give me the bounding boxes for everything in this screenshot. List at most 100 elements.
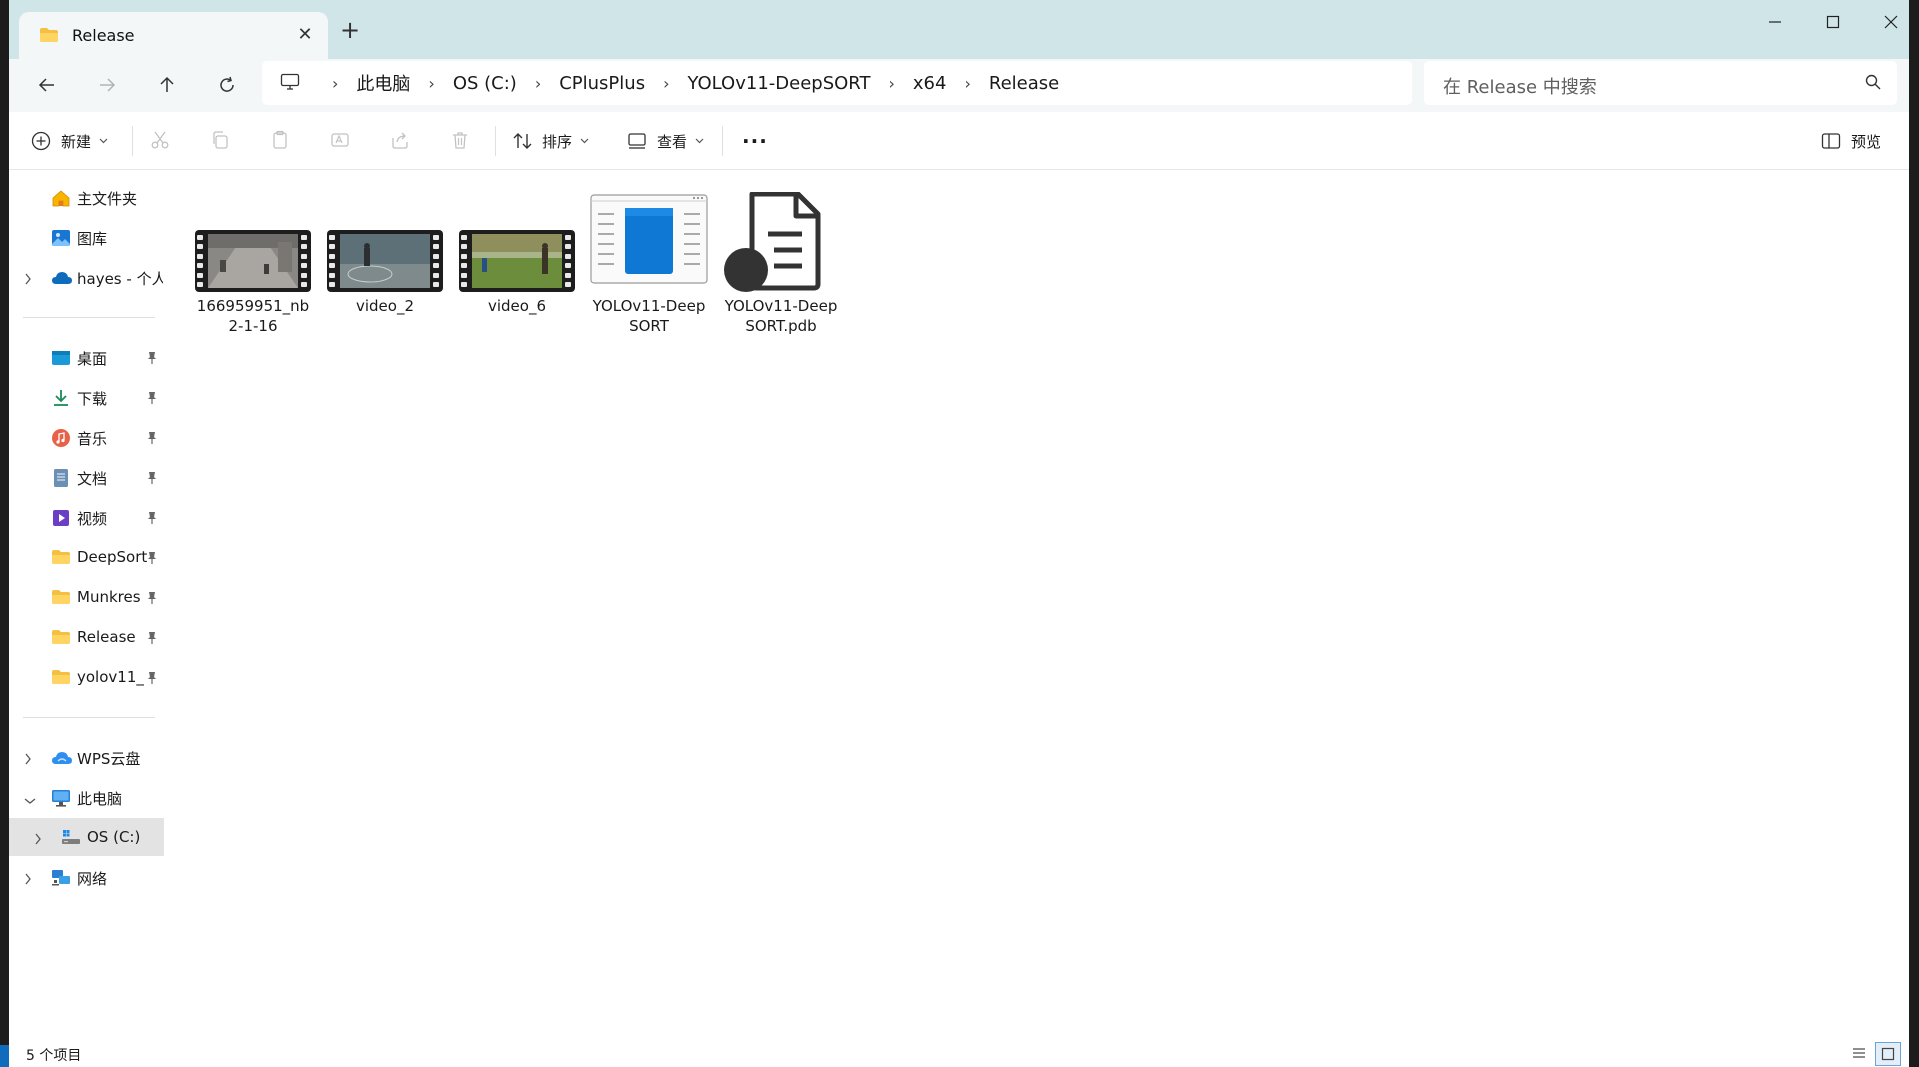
tab-release[interactable]: Release ✕ [19, 12, 328, 59]
sidebar-item-onedrive[interactable]: hayes - 个人 [9, 258, 164, 296]
cut-button[interactable] [149, 129, 171, 151]
sidebar-item-label: 文档 [77, 470, 108, 488]
refresh-icon [220, 76, 234, 92]
more-options-button[interactable]: ··· [742, 128, 768, 154]
sidebar-item-desktop[interactable]: 桌面 [9, 338, 164, 376]
rename-button[interactable] [329, 129, 351, 151]
sidebar-item-wps-cloud[interactable]: WPS云盘 [9, 738, 164, 776]
chevron-right-icon[interactable]: › [889, 74, 895, 93]
arrow-right-icon [100, 78, 116, 92]
delete-button[interactable] [449, 129, 471, 151]
chevron-right-icon[interactable]: › [332, 74, 338, 93]
search-icon [1865, 74, 1881, 94]
sidebar-item-os-c[interactable]: OS (C:) [9, 818, 164, 856]
pin-icon[interactable] [146, 670, 158, 689]
sidebar-item-this-pc[interactable]: 此电脑 [9, 778, 164, 816]
sidebar-item-network[interactable]: 网络 [9, 858, 164, 896]
chevron-right-icon[interactable] [24, 750, 32, 769]
paste-button[interactable] [269, 129, 291, 151]
refresh-button[interactable] [213, 71, 241, 99]
crumb-cplusplus[interactable]: CPlusPlus [559, 73, 645, 94]
close-tab-button[interactable]: ✕ [295, 24, 315, 45]
sidebar-item-music[interactable]: 音乐 [9, 418, 164, 456]
minimize-button[interactable] [1755, 8, 1795, 36]
sidebar-item-label: 图库 [77, 230, 108, 248]
crumb-release[interactable]: Release [989, 73, 1059, 94]
sort-button[interactable]: 排序 [512, 128, 589, 154]
sidebar-item-videos[interactable]: 视频 [9, 498, 164, 536]
chevron-down-icon [695, 138, 704, 144]
pin-icon[interactable] [146, 630, 158, 649]
sidebar-item-gallery[interactable]: 图库 [9, 218, 164, 256]
sidebar-item-release[interactable]: Release [9, 618, 164, 656]
details-view-button[interactable] [1851, 1045, 1867, 1065]
file-item[interactable]: 166959951_nb2-1-16 [194, 192, 312, 336]
pin-icon[interactable] [146, 390, 158, 409]
pin-icon[interactable] [146, 550, 158, 569]
sidebar-item-label: 此电脑 [77, 790, 123, 808]
chevron-right-icon[interactable]: › [663, 74, 669, 93]
new-button[interactable]: 新建 [31, 128, 108, 154]
crumb-x64[interactable]: x64 [913, 73, 947, 94]
view-button[interactable]: 查看 [627, 128, 704, 154]
sidebar-item-label: 桌面 [77, 350, 108, 368]
pin-icon[interactable] [146, 510, 158, 529]
sidebar-item-label: Release [77, 628, 136, 646]
copy-button[interactable] [209, 129, 231, 151]
sidebar-item-documents[interactable]: 文档 [9, 458, 164, 496]
close-window-button[interactable] [1871, 8, 1909, 36]
chevron-right-icon[interactable] [24, 870, 32, 889]
chevron-right-icon[interactable] [24, 270, 32, 289]
chevron-down-icon[interactable] [24, 790, 36, 809]
address-bar[interactable]: › 此电脑 › OS (C:) › CPlusPlus › YOLOv11-De… [262, 61, 1412, 105]
view-label: 查看 [657, 132, 688, 151]
field-scene-image [472, 234, 562, 288]
back-button[interactable] [33, 71, 61, 99]
divider [132, 126, 133, 156]
sidebar-item-downloads[interactable]: 下载 [9, 378, 164, 416]
large-icons-view-button[interactable] [1875, 1042, 1901, 1066]
list-view-icon [1853, 1048, 1865, 1058]
file-name: YOLOv11-DeepSORT [592, 297, 706, 335]
sidebar-item-deepsort[interactable]: DeepSort [9, 538, 164, 576]
share-button[interactable] [389, 129, 411, 151]
copy-icon [213, 131, 228, 149]
sidebar-item-munkres[interactable]: Munkres [9, 578, 164, 616]
file-item[interactable]: YOLOv11-DeepSORT.pdb [722, 191, 840, 336]
pin-icon[interactable] [146, 470, 158, 489]
filmstrip-icon [327, 230, 443, 292]
filmstrip-icon [195, 230, 311, 292]
maximize-icon [1826, 15, 1840, 29]
download-icon [51, 388, 71, 408]
divider [722, 126, 723, 156]
file-item[interactable]: video_6 [458, 192, 576, 316]
forward-button[interactable] [93, 71, 121, 99]
chevron-right-icon[interactable] [34, 830, 42, 849]
sidebar-item-yolov11[interactable]: yolov11_ [9, 658, 164, 696]
new-tab-button[interactable]: + [338, 18, 362, 42]
home-icon [51, 188, 71, 208]
chevron-right-icon[interactable]: › [428, 74, 434, 93]
plus-circle-icon [31, 131, 51, 151]
pin-icon[interactable] [146, 590, 158, 609]
wps-cloud-icon [51, 748, 72, 768]
sort-label: 排序 [542, 132, 573, 151]
application-icon [590, 192, 708, 292]
crumb-this-pc[interactable]: 此电脑 [356, 70, 410, 96]
file-item[interactable]: video_2 [326, 192, 444, 316]
crumb-yolov11-deepsort[interactable]: YOLOv11-DeepSORT [687, 73, 870, 94]
search-box[interactable]: 在 Release 中搜索 [1424, 61, 1897, 105]
file-item[interactable]: YOLOv11-DeepSORT [590, 192, 708, 336]
folder-icon [39, 27, 59, 47]
crumb-os-c[interactable]: OS (C:) [453, 73, 517, 94]
breadcrumb: › 此电脑 › OS (C:) › CPlusPlus › YOLOv11-De… [314, 61, 1059, 105]
maximize-button[interactable] [1813, 8, 1853, 36]
chevron-right-icon[interactable]: › [964, 74, 970, 93]
up-button[interactable] [153, 71, 181, 99]
arrow-left-icon [38, 78, 54, 92]
chevron-right-icon[interactable]: › [535, 74, 541, 93]
pin-icon[interactable] [146, 430, 158, 449]
preview-pane-button[interactable]: 预览 [1821, 128, 1881, 154]
sidebar-item-home[interactable]: 主文件夹 [9, 178, 164, 216]
pin-icon[interactable] [146, 350, 158, 369]
